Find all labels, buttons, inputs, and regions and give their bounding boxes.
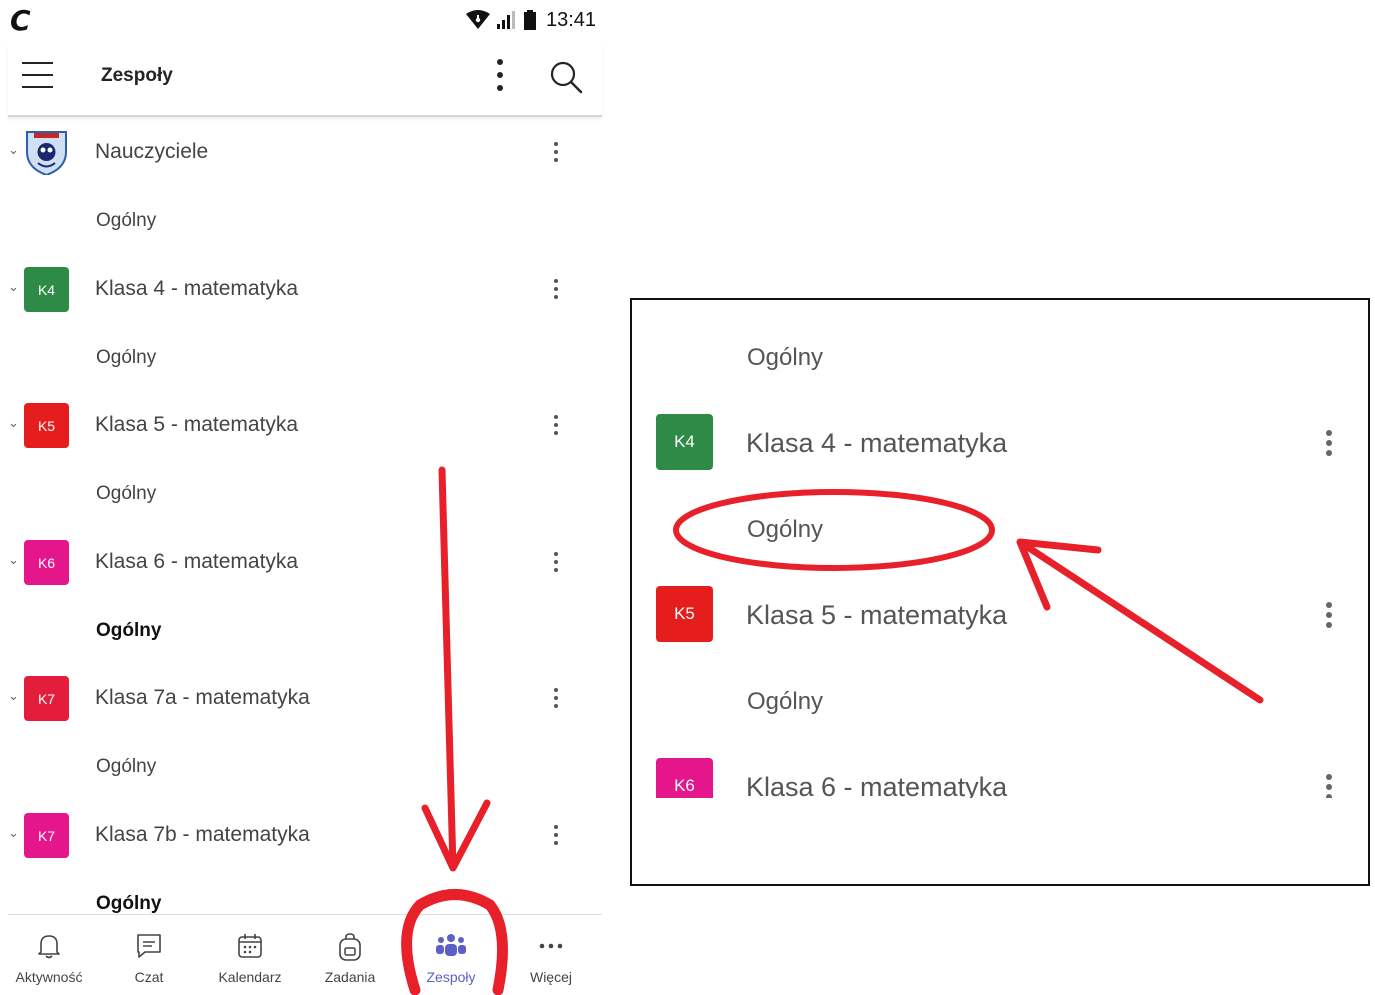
nav-label: Aktywność xyxy=(15,969,83,985)
channel-ogolny[interactable]: Ogólny xyxy=(747,344,823,372)
team-more-icon[interactable] xyxy=(554,688,560,712)
team-more-icon[interactable] xyxy=(1326,602,1332,628)
team-tile-k5: K5 xyxy=(656,586,713,642)
phone-screenshot: C 13:41 Zespoły ⌄ Nauczyciele Ogólny ⌄ K… xyxy=(0,0,605,995)
chevron-down-icon[interactable]: ⌄ xyxy=(8,142,19,158)
backpack-icon xyxy=(339,933,361,961)
team-name: Klasa 4 - matematyka xyxy=(95,277,299,300)
channel-ogolny[interactable]: Ogólny xyxy=(96,756,156,778)
channel-ogolny[interactable]: Ogólny xyxy=(747,688,823,716)
nav-czat[interactable]: Czat xyxy=(99,915,199,995)
team-more-icon[interactable] xyxy=(554,552,560,576)
channel-ogolny[interactable]: Ogólny xyxy=(96,210,156,232)
nav-zadania[interactable]: Zadania xyxy=(300,915,400,995)
chevron-down-icon[interactable]: ⌄ xyxy=(8,279,19,295)
team-name[interactable]: Klasa 4 - matematyka xyxy=(746,428,1007,459)
nav-label: Zadania xyxy=(324,969,376,985)
chevron-down-icon[interactable]: ⌄ xyxy=(8,688,19,704)
team-tile-k7: K7 xyxy=(24,676,69,721)
team-name[interactable]: Klasa 5 - matematyka xyxy=(746,600,1007,631)
team-name: Klasa 7b - matematyka xyxy=(95,823,310,846)
team-row-klasa-5[interactable]: ⌄ K5 Klasa 5 - matematyka xyxy=(8,403,602,449)
app-logo: C xyxy=(10,4,31,37)
channel-ogolny[interactable]: Ogólny xyxy=(96,620,161,642)
status-time: 13:41 xyxy=(546,8,597,31)
team-avatar xyxy=(26,131,67,175)
team-more-icon[interactable] xyxy=(554,825,560,849)
page-title: Zespoły xyxy=(101,65,173,86)
team-name[interactable]: Klasa 6 - matematyka xyxy=(746,772,1007,798)
team-more-icon[interactable] xyxy=(1326,430,1332,456)
team-more-icon[interactable] xyxy=(554,279,560,303)
team-row-klasa-7b[interactable]: ⌄ K7 Klasa 7b - matematyka xyxy=(8,813,602,859)
clipped-row: K6 Klasa 6 - matematyka xyxy=(632,748,1368,798)
signal-icon xyxy=(497,11,515,29)
bell-icon xyxy=(38,935,60,959)
channel-ogolny[interactable]: Ogólny xyxy=(96,483,156,505)
nav-label: Więcej xyxy=(529,969,572,985)
team-tile-k6: K6 xyxy=(656,758,713,798)
channel-ogolny[interactable]: Ogólny xyxy=(96,347,156,369)
channel-ogolny[interactable]: Ogólny xyxy=(96,893,161,915)
team-name: Nauczyciele xyxy=(95,140,209,163)
chevron-down-icon[interactable]: ⌄ xyxy=(8,825,19,841)
team-name: Klasa 6 - matematyka xyxy=(95,550,299,573)
team-tile-k5: K5 xyxy=(24,403,69,448)
search-icon[interactable] xyxy=(548,59,584,95)
team-tile-k6: K6 xyxy=(24,540,69,585)
zoom-panel: Ogólny K4 Klasa 4 - matematyka Ogólny K5… xyxy=(630,298,1370,886)
team-tile-k7: K7 xyxy=(24,813,69,858)
team-more-icon[interactable] xyxy=(1326,774,1332,798)
team-name: Klasa 5 - matematyka xyxy=(95,413,299,436)
more-options-icon[interactable] xyxy=(495,59,505,91)
bottom-nav: Aktywność Czat Kalendarz Zadania Zespoły… xyxy=(8,914,602,995)
menu-icon[interactable] xyxy=(22,62,54,88)
team-row-klasa-4[interactable]: ⌄ K4 Klasa 4 - matematyka xyxy=(8,267,602,313)
nav-label: Czat xyxy=(134,969,164,985)
calendar-icon xyxy=(238,934,262,958)
nav-zespoly[interactable]: Zespoły xyxy=(401,915,501,995)
team-more-icon[interactable] xyxy=(554,415,560,439)
chat-icon xyxy=(137,934,161,958)
status-icons: 13:41 xyxy=(466,8,596,32)
nav-kalendarz[interactable]: Kalendarz xyxy=(200,915,300,995)
team-row-klasa-7a[interactable]: ⌄ K7 Klasa 7a - matematyka xyxy=(8,676,602,722)
channel-ogolny[interactable]: Ogólny xyxy=(747,516,823,544)
team-tile-k4: K4 xyxy=(24,267,69,312)
team-tile-k4: K4 xyxy=(656,414,713,470)
team-row-klasa-6[interactable]: ⌄ K6 Klasa 6 - matematyka xyxy=(8,540,602,586)
nav-wiecej[interactable]: Więcej xyxy=(501,915,601,995)
chevron-down-icon[interactable]: ⌄ xyxy=(8,552,19,568)
team-more-icon[interactable] xyxy=(554,142,560,166)
nav-label: Kalendarz xyxy=(218,969,282,985)
nav-label: Zespoły xyxy=(426,969,476,985)
chevron-down-icon[interactable]: ⌄ xyxy=(8,415,19,431)
team-row-nauczyciele[interactable]: ⌄ Nauczyciele xyxy=(8,130,602,176)
nav-aktywnosc[interactable]: Aktywność xyxy=(0,915,99,995)
wifi-icon xyxy=(466,10,490,29)
app-bar: Zespoły xyxy=(8,45,602,117)
team-name: Klasa 7a - matematyka xyxy=(95,686,310,709)
battery-icon xyxy=(524,10,536,30)
teams-icon xyxy=(436,934,466,956)
more-icon xyxy=(539,943,563,949)
